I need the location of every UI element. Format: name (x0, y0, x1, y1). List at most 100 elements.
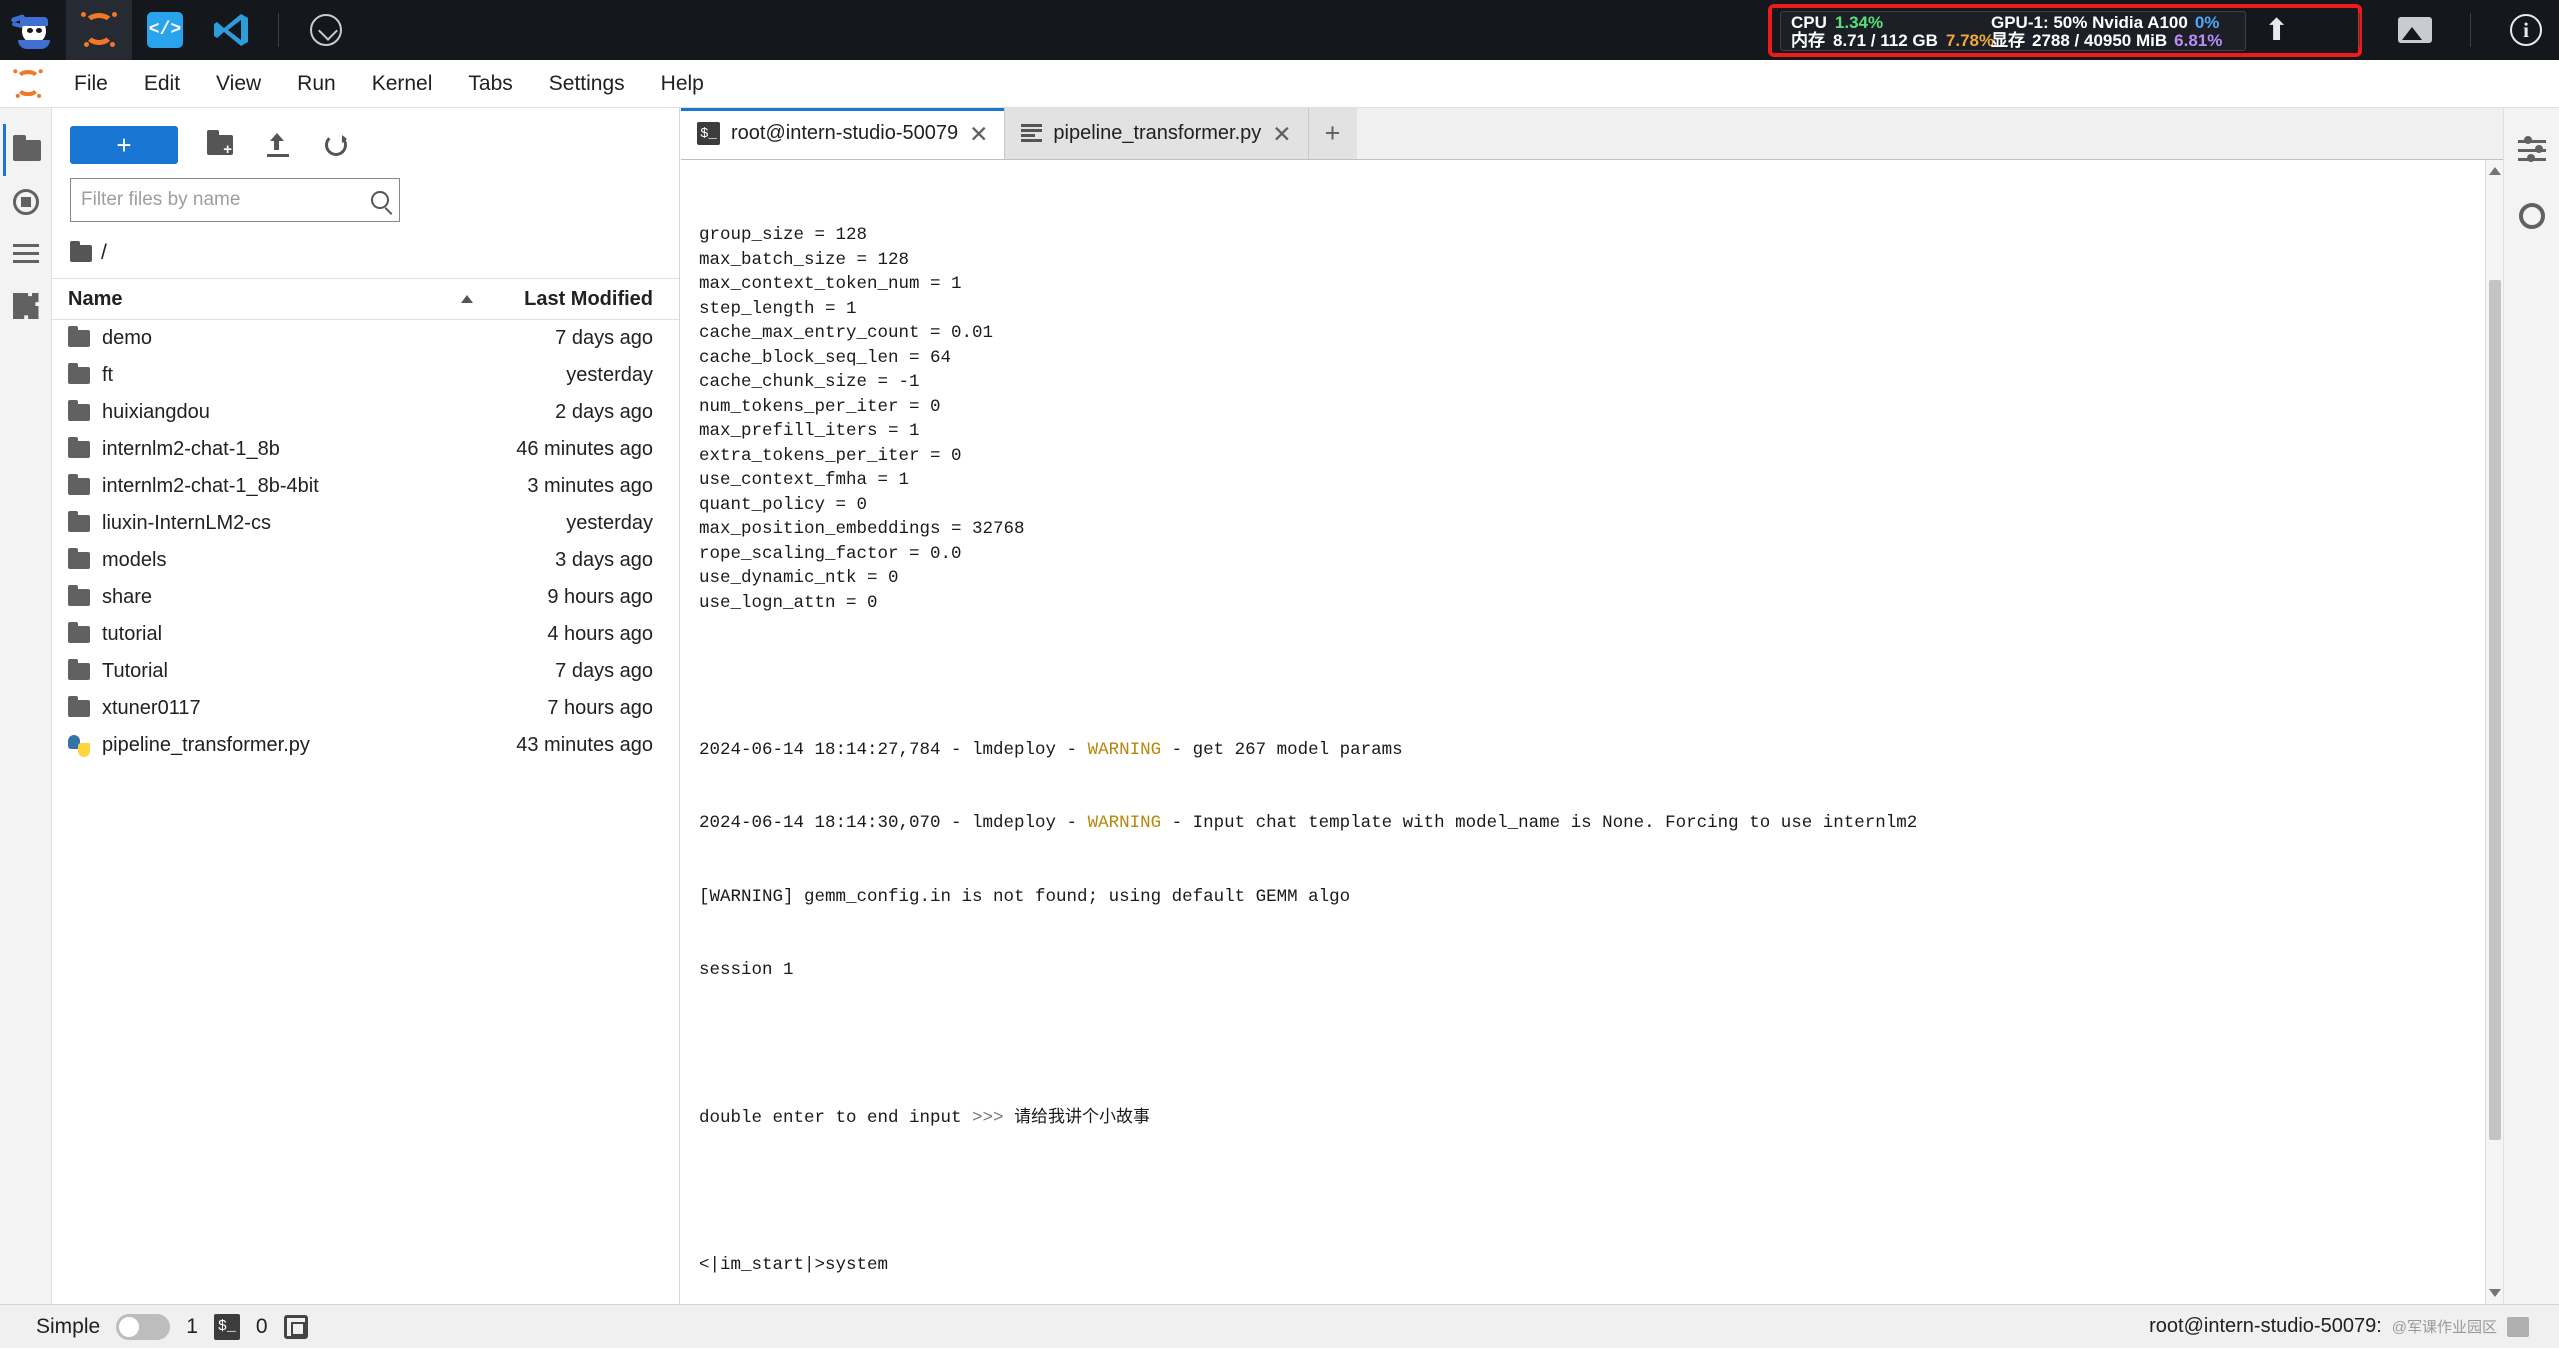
file-row-name: models (102, 549, 167, 571)
file-list: demo 7 days ago ft yesterday huixiangdou 2 da… (52, 320, 679, 764)
menu-item-run[interactable]: Run (279, 60, 354, 108)
table-row[interactable]: tutorial 4 hours ago (52, 616, 679, 653)
tab-terminal[interactable]: $_ root@intern-studio-50079 ✕ (681, 108, 1006, 159)
sidebar-item-property-inspector[interactable] (2509, 124, 2555, 176)
tab-pipeline-transformer[interactable]: pipeline_transformer.py ✕ (1005, 108, 1309, 159)
table-row[interactable]: liuxin-InternLM2-cs yesterday (52, 505, 679, 542)
column-header-name[interactable]: Name (68, 288, 461, 311)
log2-prefix: 2024-06-14 18:14:30,070 - lmdeploy - (699, 813, 1088, 833)
terminal-scrollbar[interactable] (2485, 160, 2503, 1304)
file-row-name-cell: ft (68, 363, 463, 387)
file-row-modified: 9 hours ago (547, 586, 653, 608)
file-row-name: xtuner0117 (102, 697, 201, 719)
ninja-app-icon[interactable] (0, 0, 66, 60)
sidebar-item-file-browser[interactable] (2, 124, 49, 176)
table-row[interactable]: demo 7 days ago (52, 320, 679, 357)
terminal-output[interactable]: group_size = 128 max_batch_size = 128 max_… (681, 160, 2503, 1304)
jupyter-logo-icon-small (12, 68, 43, 99)
status-bar-left: Simple 1 $_ 0 (0, 1313, 308, 1340)
menu-item-help[interactable]: Help (643, 60, 722, 108)
file-row-name: liuxin-InternLM2-cs (102, 512, 271, 534)
simple-mode-label: Simple (36, 1314, 101, 1338)
file-filter-box[interactable] (70, 178, 400, 222)
screenshot-tray-icon[interactable] (2382, 0, 2448, 60)
file-row-modified: 3 days ago (555, 549, 653, 571)
toggle-knob (119, 1316, 140, 1337)
cpu-label: CPU (1791, 12, 1827, 32)
tab-pipeline-transformer-close-icon[interactable]: ✕ (1272, 122, 1291, 145)
menu-item-file[interactable]: File (56, 60, 126, 108)
python-file-icon (68, 734, 90, 757)
system-monitor-widget[interactable]: CPU 1.34% GPU-1: 50% Nvidia A100 0% 内存 8… (1768, 4, 2362, 57)
sort-ascending-icon[interactable] (461, 295, 473, 303)
menu-item-tabs[interactable]: Tabs (450, 60, 530, 108)
table-row[interactable]: models 3 days ago (52, 542, 679, 579)
table-row[interactable]: internlm2-chat-1_8b 46 minutes ago (52, 431, 679, 468)
file-row-name: share (102, 586, 153, 608)
cpu-value: 1.34% (1834, 12, 1884, 32)
file-row-name-cell: huixiangdou (68, 400, 463, 424)
sidebar-item-running[interactable] (3, 176, 49, 228)
jupyterlab-app-icon[interactable] (66, 0, 132, 60)
terminal-config-line-12: quant_policy = 0 (699, 494, 868, 515)
folder-icon (68, 511, 90, 532)
upload-files-button[interactable] (262, 129, 294, 161)
refresh-icon (325, 134, 347, 156)
new-tab-button[interactable]: + (1308, 108, 1357, 159)
kernel-usage-icon[interactable] (283, 1314, 308, 1339)
folder-icon (13, 134, 41, 161)
terminal-config-line-2: max_batch_size = 128 (699, 249, 910, 270)
file-row-modified: 3 minutes ago (527, 475, 653, 497)
chat-im-start-system: <|im_start|>system (699, 1255, 889, 1275)
refresh-file-list-button[interactable] (320, 129, 352, 161)
menu-item-settings[interactable]: Settings (531, 60, 643, 108)
tab-terminal-close-icon[interactable]: ✕ (969, 122, 988, 145)
new-launcher-button[interactable]: + (70, 126, 178, 164)
log2-warning-tag: WARNING (1087, 813, 1162, 833)
menu-item-view[interactable]: View (198, 60, 279, 108)
compass-icon (310, 14, 342, 46)
table-row[interactable]: ft yesterday (52, 357, 679, 394)
scroll-up-arrow-icon[interactable] (2489, 167, 2501, 175)
terminal-prompt-1: double enter to end input >>> 请给我讲个小故事 (699, 1105, 2503, 1131)
terminal-config-line-7: cache_chunk_size = -1 (699, 372, 920, 392)
code-app-icon[interactable]: </> (132, 0, 198, 60)
file-row-modified: yesterday (566, 512, 653, 534)
column-header-last-modified[interactable]: Last Modified (473, 288, 663, 311)
folder-icon (68, 659, 90, 680)
new-folder-button[interactable] (204, 129, 236, 161)
sidebar-item-commands[interactable] (3, 228, 49, 280)
scrollbar-thumb[interactable] (2489, 280, 2501, 1140)
search-input[interactable] (81, 189, 371, 211)
log1-warning-tag: WARNING (1087, 739, 1162, 760)
terminal-config-line-8: num_tokens_per_iter = 0 (699, 396, 941, 417)
vram-label: 显存 (1991, 30, 2025, 50)
watermark-text: @军课作业园区 (2391, 1319, 2497, 1336)
folder-icon (68, 696, 90, 717)
terminal-config-line-1: group_size = 128 (699, 225, 868, 245)
sidebar-item-debugger[interactable] (2509, 190, 2555, 242)
vscode-app-icon[interactable] (198, 0, 264, 60)
menu-item-kernel[interactable]: Kernel (354, 60, 451, 108)
menu-item-edit[interactable]: Edit (126, 60, 198, 108)
compass-app-icon[interactable] (293, 0, 359, 60)
table-row[interactable]: Tutorial 7 days ago (52, 653, 679, 690)
breadcrumb-root-label[interactable]: / (101, 241, 107, 265)
table-row[interactable]: share 9 hours ago (52, 579, 679, 616)
sidebar-item-extensions[interactable] (3, 280, 49, 332)
table-row[interactable]: xtuner0117 7 hours ago (52, 690, 679, 727)
terminal-log-line-2: 2024-06-14 18:14:30,070 - lmdeploy - WAR… (699, 811, 2503, 836)
file-row-name-cell: Tutorial (68, 659, 463, 683)
breadcrumb[interactable]: / (70, 236, 679, 270)
table-row[interactable]: pipeline_transformer.py 43 minutes ago (52, 727, 679, 764)
info-tray-icon[interactable]: i (2493, 0, 2559, 60)
scroll-down-arrow-icon[interactable] (2489, 1289, 2501, 1297)
table-row[interactable]: huixiangdou 2 days ago (52, 394, 679, 431)
file-row-name-cell: liuxin-InternLM2-cs (68, 511, 463, 535)
file-row-name-cell: internlm2-chat-1_8b-4bit (68, 474, 463, 498)
terminal-log-line-3: [WARNING] gemm_config.in is not found; u… (699, 886, 1351, 907)
terminal-count-icon[interactable]: $_ (213, 1313, 240, 1340)
simple-mode-toggle[interactable] (116, 1313, 171, 1340)
table-row[interactable]: internlm2-chat-1_8b-4bit 3 minutes ago (52, 468, 679, 505)
file-row-name: internlm2-chat-1_8b (102, 438, 280, 460)
